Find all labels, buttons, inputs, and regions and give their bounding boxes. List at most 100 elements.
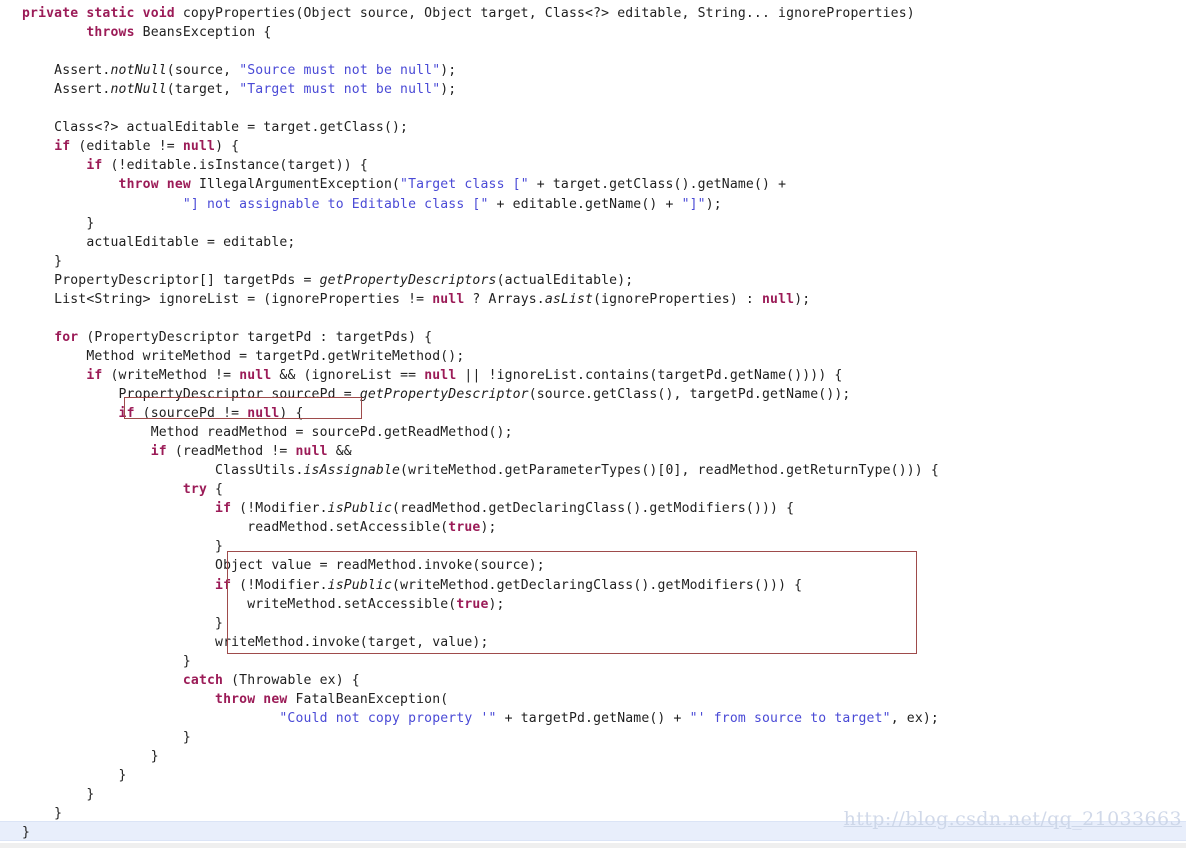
code-token-pln: } xyxy=(22,787,95,803)
code-token-stat: getPropertyDescriptors xyxy=(319,272,497,288)
code-line[interactable]: } xyxy=(0,652,1186,671)
code-line[interactable] xyxy=(0,309,1186,328)
code-line[interactable]: actualEditable = editable; xyxy=(0,233,1186,252)
code-token-kw: if xyxy=(215,501,232,517)
code-line[interactable]: catch (Throwable ex) { xyxy=(0,671,1186,690)
code-line[interactable]: Method readMethod = sourcePd.getReadMeth… xyxy=(0,423,1186,442)
code-line[interactable]: throws BeansException { xyxy=(0,23,1186,42)
code-token-pln: && xyxy=(327,444,352,460)
code-token-pln xyxy=(22,368,86,383)
code-token-stat: notNull xyxy=(110,82,167,98)
code-line[interactable]: if (sourcePd != null) { xyxy=(0,404,1186,423)
code-line[interactable]: List<String> ignoreList = (ignorePropert… xyxy=(0,290,1186,309)
code-token-pln: writeMethod.setAccessible( xyxy=(22,596,457,612)
code-token-pln: (!Modifier. xyxy=(231,501,328,517)
code-line[interactable]: Method writeMethod = targetPd.getWriteMe… xyxy=(0,347,1186,366)
code-token-str: "Source must not be null" xyxy=(239,63,441,79)
code-line[interactable]: if (editable != null) { xyxy=(0,137,1186,156)
code-line[interactable]: for (PropertyDescriptor targetPd : targe… xyxy=(0,328,1186,347)
code-token-str: "]" xyxy=(681,196,706,212)
code-token-stat: getPropertyDescriptor xyxy=(359,387,529,402)
code-token-pln: IllegalArgumentException( xyxy=(190,177,401,193)
code-line[interactable]: if (writeMethod != null && (ignoreList =… xyxy=(0,366,1186,385)
code-token-pln: ); xyxy=(794,291,811,307)
code-line[interactable]: } xyxy=(0,614,1186,633)
code-token-kw: if xyxy=(150,444,167,460)
code-line[interactable]: writeMethod.setAccessible(true); xyxy=(0,595,1186,614)
code-line[interactable]: } xyxy=(0,747,1186,766)
code-token-kw: null xyxy=(762,291,795,307)
code-line[interactable]: PropertyDescriptor[] targetPds = getProp… xyxy=(0,271,1186,290)
code-token-pln: Object value = readMethod.invoke(source)… xyxy=(22,558,545,574)
code-line[interactable]: Object value = readMethod.invoke(source)… xyxy=(0,556,1186,575)
code-line[interactable]: } xyxy=(0,728,1186,747)
code-line[interactable]: } xyxy=(0,766,1186,785)
code-token-pln: } xyxy=(22,653,191,669)
code-line[interactable]: } xyxy=(0,785,1186,804)
code-line[interactable]: "Could not copy property '" + targetPd.g… xyxy=(0,709,1186,728)
code-token-kw: if xyxy=(118,406,135,422)
code-token-pln: (PropertyDescriptor targetPd : targetPds… xyxy=(78,329,433,345)
code-token-kw: null xyxy=(432,291,465,307)
code-token-pln: (writeMethod.getParameterTypes()[0], rea… xyxy=(400,463,939,479)
code-token-pln: writeMethod.invoke(target, value); xyxy=(22,634,489,650)
code-token-pln: } xyxy=(22,806,63,822)
code-token-kw: null xyxy=(182,139,216,155)
code-token-pln: } xyxy=(22,615,224,631)
code-token-pln: actualEditable = editable; xyxy=(22,234,296,250)
code-line[interactable]: } xyxy=(0,537,1186,556)
code-token-str: "Target class [" xyxy=(400,177,529,193)
code-line[interactable]: PropertyDescriptor sourcePd = getPropert… xyxy=(0,385,1186,404)
code-token-kw: null xyxy=(247,406,280,422)
code-line[interactable]: if (!editable.isInstance(target)) { xyxy=(0,156,1186,175)
code-line[interactable]: readMethod.setAccessible(true); xyxy=(0,518,1186,537)
code-token-pln xyxy=(22,139,54,154)
code-token-pln xyxy=(22,197,183,212)
code-token-stat: isAssignable xyxy=(303,463,401,479)
code-token-pln: (actualEditable); xyxy=(496,272,634,288)
code-line[interactable]: try { xyxy=(0,480,1186,499)
watermark-url: http://blog.csdn.net/qq_21033663 xyxy=(843,808,1182,830)
code-token-pln: } xyxy=(22,215,95,231)
code-token-pln xyxy=(22,25,86,40)
code-token-pln: { xyxy=(207,482,224,498)
code-token-str: "Could not copy property '" xyxy=(279,710,497,726)
code-line[interactable] xyxy=(0,42,1186,61)
code-token-pln: (writeMethod.getDeclaringClass().getModi… xyxy=(392,577,803,593)
code-line[interactable]: "] not assignable to Editable class [" +… xyxy=(0,195,1186,214)
code-token-pln: } xyxy=(22,253,63,269)
code-token-pln: PropertyDescriptor[] targetPds = xyxy=(22,272,320,288)
code-line[interactable]: } xyxy=(0,252,1186,271)
code-line[interactable]: if (readMethod != null && xyxy=(0,442,1186,461)
code-token-pln: + editable.getName() + xyxy=(488,196,682,212)
code-token-pln: ); xyxy=(440,82,457,98)
code-line[interactable]: writeMethod.invoke(target, value); xyxy=(0,633,1186,652)
code-line[interactable]: private static void copyProperties(Objec… xyxy=(0,4,1186,23)
code-token-pln: Assert. xyxy=(22,63,111,79)
code-line[interactable]: ClassUtils.isAssignable(writeMethod.getP… xyxy=(0,461,1186,480)
code-token-pln: (editable != xyxy=(70,139,183,155)
code-token-stat: isPublic xyxy=(327,577,393,593)
code-token-pln: readMethod.setAccessible( xyxy=(22,520,449,536)
code-token-pln xyxy=(22,406,119,421)
code-line[interactable]: throw new IllegalArgumentException("Targ… xyxy=(0,175,1186,194)
code-line[interactable]: Class<?> actualEditable = target.getClas… xyxy=(0,118,1186,137)
code-editor-surface[interactable]: private static void copyProperties(Objec… xyxy=(0,0,1186,848)
code-token-pln xyxy=(22,482,183,497)
code-line[interactable] xyxy=(0,99,1186,118)
code-line[interactable]: throw new FatalBeanException( xyxy=(0,690,1186,709)
code-token-pln: + target.getClass().getName() + xyxy=(528,177,787,193)
code-token-kw: if xyxy=(215,577,232,593)
code-line[interactable]: Assert.notNull(source, "Source must not … xyxy=(0,61,1186,80)
code-token-str: "' from source to target" xyxy=(689,710,891,726)
code-line[interactable]: Assert.notNull(target, "Target must not … xyxy=(0,80,1186,99)
code-token-pln: Class<?> actualEditable = target.getClas… xyxy=(22,120,409,136)
bottom-gutter-strip xyxy=(0,843,1186,848)
code-token-stat: isPublic xyxy=(327,501,393,517)
code-token-kw: throws xyxy=(86,25,135,41)
code-line[interactable]: } xyxy=(0,214,1186,233)
code-line[interactable]: if (!Modifier.isPublic(readMethod.getDec… xyxy=(0,499,1186,518)
code-token-pln xyxy=(22,673,183,688)
code-token-pln: ); xyxy=(488,596,505,612)
code-line[interactable]: if (!Modifier.isPublic(writeMethod.getDe… xyxy=(0,576,1186,595)
